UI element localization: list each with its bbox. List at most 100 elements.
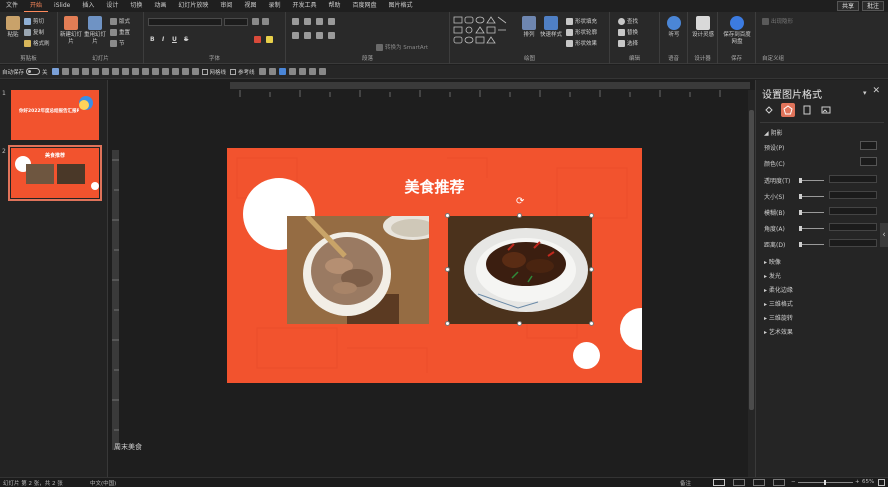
- fit-to-window-icon[interactable]: [878, 479, 885, 486]
- font-color-icon[interactable]: [254, 36, 261, 43]
- slide-sorter-icon[interactable]: [733, 479, 745, 486]
- effects-tab[interactable]: [781, 103, 795, 117]
- speaker-notes[interactable]: 周末美食: [114, 442, 142, 452]
- align-icon[interactable]: [258, 68, 266, 75]
- arrange-button[interactable]: 排列: [518, 16, 540, 39]
- gridlines-checkbox[interactable]: 网格线: [201, 68, 226, 76]
- bold-button[interactable]: B: [150, 36, 155, 43]
- blur-input[interactable]: [829, 207, 877, 215]
- strikethrough-button[interactable]: S: [184, 36, 188, 43]
- replace-button[interactable]: 替换: [618, 28, 638, 36]
- transparency-input[interactable]: [829, 175, 877, 183]
- tab-insert[interactable]: 插入: [76, 0, 100, 12]
- zoom-in-icon[interactable]: +: [855, 479, 860, 485]
- notes-button[interactable]: 备注: [680, 479, 691, 487]
- tab-baidu[interactable]: 百度网盘: [347, 0, 383, 12]
- soft-edges-section-header[interactable]: ▸ 柔化边缘: [764, 285, 793, 294]
- artistic-effects-section-header[interactable]: ▸ 艺术效果: [764, 327, 793, 336]
- numbering-icon[interactable]: [304, 18, 311, 25]
- size-properties-tab[interactable]: [800, 103, 814, 117]
- paste-button[interactable]: 粘贴: [2, 16, 24, 39]
- tab-design[interactable]: 设计: [100, 0, 124, 12]
- tab-review[interactable]: 审阅: [214, 0, 238, 12]
- food-photo-duck[interactable]: [448, 216, 592, 324]
- shadow-section-header[interactable]: ◢ 阴影: [764, 128, 783, 137]
- normal-view-icon[interactable]: [713, 479, 725, 486]
- vertical-scrollbar[interactable]: [748, 90, 755, 480]
- guides-checkbox[interactable]: 参考线: [230, 68, 255, 76]
- blur-slider[interactable]: [799, 210, 824, 215]
- reset-button[interactable]: 重置: [110, 28, 130, 36]
- toggle-switch[interactable]: [26, 68, 41, 75]
- highlight-icon[interactable]: [266, 36, 273, 43]
- share-button[interactable]: 共享: [836, 1, 859, 11]
- select-button[interactable]: 选择: [618, 39, 638, 47]
- comment-button[interactable]: 批注: [861, 1, 884, 11]
- shape-fill-button[interactable]: 形状填充: [566, 17, 597, 25]
- tab-animations[interactable]: 动画: [148, 0, 172, 12]
- link-icon[interactable]: [191, 68, 199, 75]
- font-size-combo[interactable]: [224, 18, 248, 26]
- font-name-combo[interactable]: [148, 18, 222, 26]
- layout-button[interactable]: 版式: [110, 17, 130, 25]
- new-slide-button[interactable]: 新建幻灯片: [60, 16, 82, 46]
- more-icon[interactable]: [318, 68, 326, 75]
- resize-handle[interactable]: [517, 321, 522, 326]
- dictate-button[interactable]: 听写: [663, 16, 685, 39]
- resize-handle[interactable]: [445, 213, 450, 218]
- section-button[interactable]: 节: [110, 39, 125, 47]
- find-button[interactable]: 查找: [618, 17, 638, 25]
- shape-outline-icon[interactable]: [288, 68, 296, 75]
- preset-dropdown[interactable]: [860, 141, 877, 150]
- justify-icon[interactable]: [328, 32, 335, 39]
- tab-developer[interactable]: 开发工具: [286, 0, 322, 12]
- food-photo-noodles[interactable]: [287, 216, 429, 324]
- language-indicator[interactable]: 中文(中国): [90, 479, 116, 487]
- underline-button[interactable]: U: [172, 36, 177, 43]
- grow-font-icon[interactable]: [252, 18, 259, 25]
- paste-icon[interactable]: [121, 68, 129, 75]
- design-ideas-button[interactable]: 设计灵感: [692, 16, 714, 39]
- scrollbar-thumb[interactable]: [749, 110, 754, 410]
- convert-smartart-button[interactable]: 转换为 SmartArt: [376, 43, 428, 51]
- chevron-left-icon[interactable]: ‹: [880, 223, 888, 247]
- shape-effects-button[interactable]: 形状效果: [566, 39, 597, 47]
- textbox-icon[interactable]: [181, 68, 189, 75]
- format-icon[interactable]: [298, 68, 306, 75]
- copy-icon[interactable]: [131, 68, 139, 75]
- resize-handle[interactable]: [589, 213, 594, 218]
- indent-increase-icon[interactable]: [328, 18, 335, 25]
- glow-section-header[interactable]: ▸ 发光: [764, 271, 781, 280]
- slide-thumbnail-2[interactable]: 美食推荐: [8, 145, 102, 201]
- shrink-font-icon[interactable]: [262, 18, 269, 25]
- cut-button[interactable]: 剪切: [24, 17, 44, 25]
- tab-record[interactable]: 录制: [262, 0, 286, 12]
- distance-slider[interactable]: [799, 242, 824, 247]
- shape-icon[interactable]: [151, 68, 159, 75]
- redo-icon[interactable]: [71, 68, 79, 75]
- tab-home[interactable]: 开始: [24, 0, 49, 12]
- angle-slider[interactable]: [799, 226, 824, 231]
- tab-view[interactable]: 视图: [238, 0, 262, 12]
- shapes-gallery[interactable]: [453, 16, 515, 48]
- group-icon[interactable]: [268, 68, 276, 75]
- bullets-icon[interactable]: [292, 18, 299, 25]
- chevron-down-icon[interactable]: ▾: [863, 89, 867, 97]
- reading-view-icon[interactable]: [753, 479, 765, 486]
- size-slider[interactable]: [799, 194, 824, 199]
- tab-slideshow[interactable]: 幻灯片放映: [172, 0, 214, 12]
- open-file-icon[interactable]: [111, 68, 119, 75]
- 3d-rotation-section-header[interactable]: ▸ 三维旋转: [764, 313, 793, 322]
- color-dropdown[interactable]: [860, 157, 877, 166]
- print-icon[interactable]: [91, 68, 99, 75]
- slide-thumbnail-1[interactable]: 你好2022年度总结报告汇报PPT: [11, 90, 99, 140]
- quick-styles-button[interactable]: 快速样式: [540, 16, 562, 39]
- italic-button[interactable]: I: [162, 36, 164, 43]
- decorative-circle-small[interactable]: [573, 342, 600, 369]
- align-center-icon[interactable]: [304, 32, 311, 39]
- hidden-item[interactable]: 出现隐形: [762, 17, 793, 25]
- format-painter-button[interactable]: 格式刷: [24, 39, 50, 47]
- resize-handle[interactable]: [589, 267, 594, 272]
- table-icon[interactable]: [161, 68, 169, 75]
- current-slide[interactable]: 美食推荐 ⟳: [227, 148, 642, 383]
